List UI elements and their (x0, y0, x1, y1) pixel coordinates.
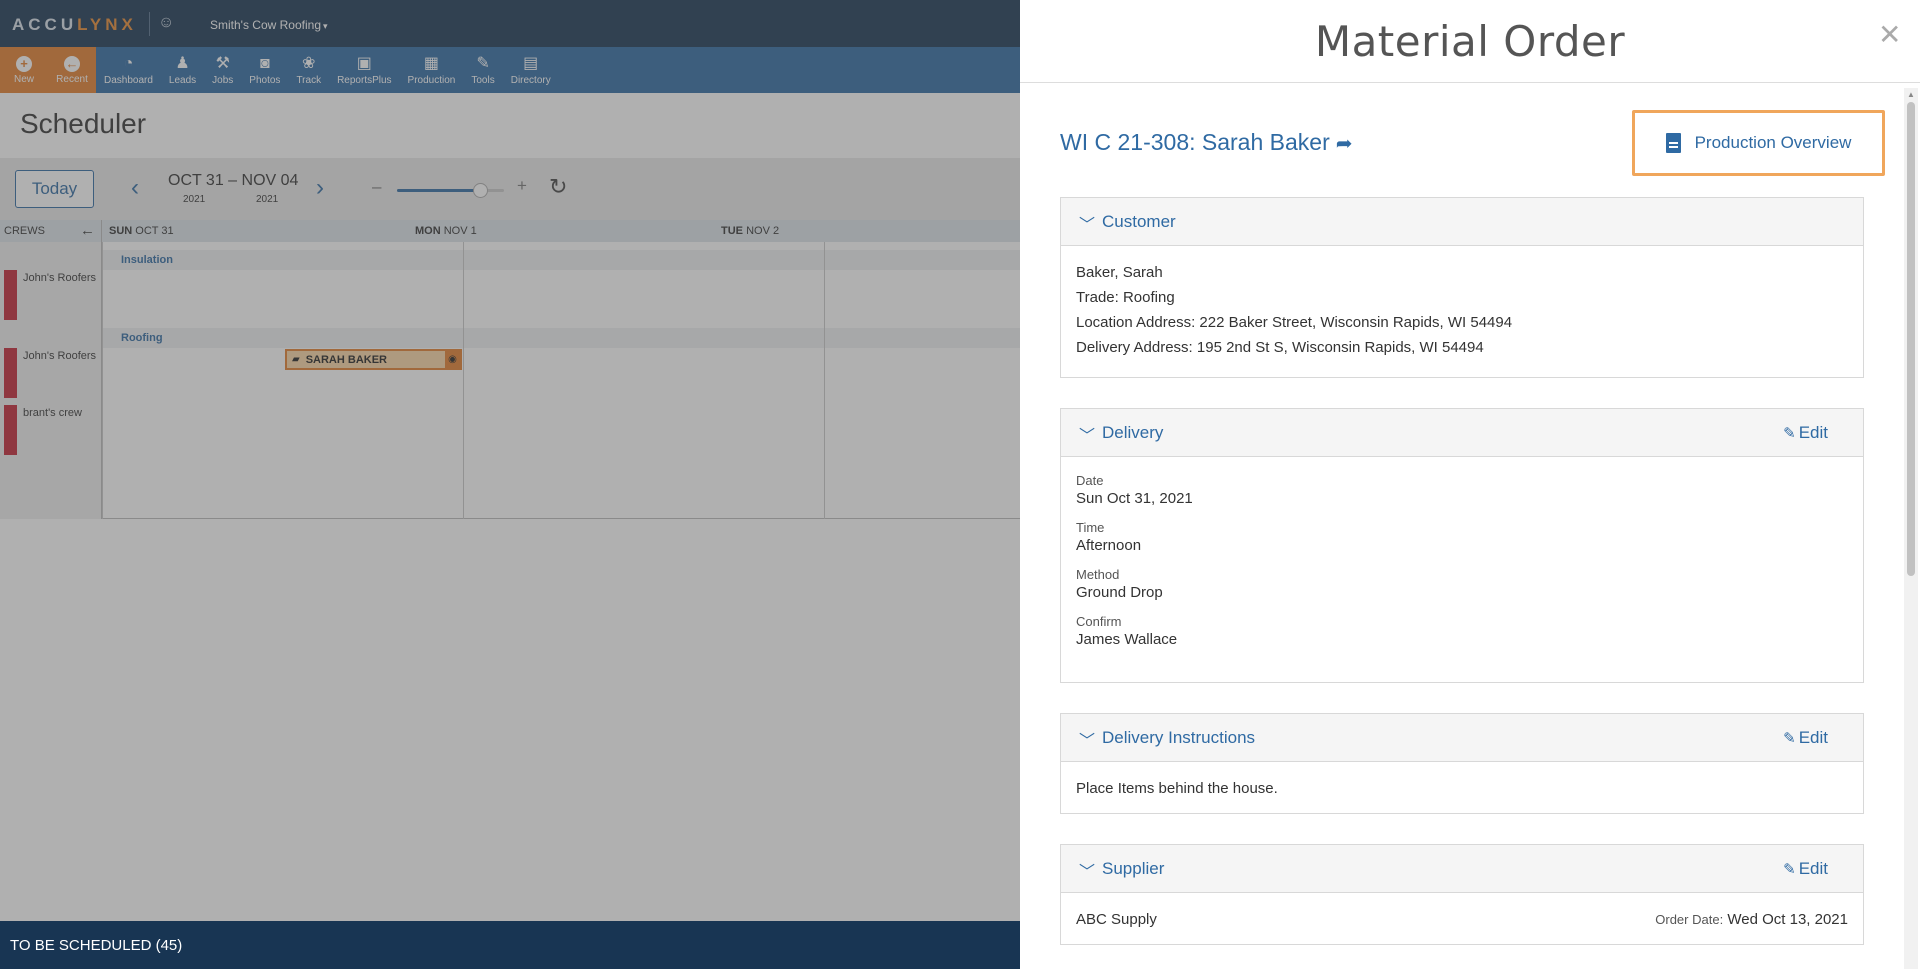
delivery-date: Sun Oct 31, 2021 (1076, 490, 1193, 507)
supplier-edit-button[interactable]: ✎ Edit (1783, 859, 1828, 879)
instructions-edit-button[interactable]: ✎ Edit (1783, 728, 1828, 748)
delivery-instructions-text: Place Items behind the house. (1076, 780, 1278, 797)
document-icon (1665, 133, 1681, 153)
delivery-confirm: James Wallace (1076, 631, 1178, 648)
app-background: ACCULYNX ☺ Smith's Cow Roofing ▾ + New ← Re… (0, 0, 1020, 969)
supplier-header[interactable]: ﹀ Supplier ✎ Edit (1061, 845, 1863, 893)
job-link[interactable]: WI C 21-308: Sarah Baker ➦ (1060, 129, 1353, 156)
panel-scrollbar[interactable]: ▲ (1904, 88, 1918, 969)
customer-name: Baker, Sarah (1076, 264, 1163, 281)
supplier-name: ABC Supply (1076, 911, 1157, 928)
external-link-icon: ➦ (1335, 133, 1353, 155)
customer-header[interactable]: ﹀ Customer (1061, 198, 1863, 246)
delivery-edit-button[interactable]: ✎ Edit (1783, 423, 1828, 443)
pencil-icon: ✎ (1783, 730, 1796, 747)
delivery-instructions-card: ﹀ Delivery Instructions ✎ Edit Place Item… (1060, 713, 1864, 814)
delivery-instructions-header[interactable]: ﹀ Delivery Instructions ✎ Edit (1061, 714, 1863, 762)
order-date: Order Date: Wed Oct 13, 2021 (1655, 911, 1848, 928)
delivery-card: ﹀ Delivery ✎ Edit Date Sun Oct 31, 2021 T… (1060, 408, 1864, 683)
supplier-card: ﹀ Supplier ✎ Edit ABC Supply Order Date: … (1060, 844, 1864, 945)
scrollbar-thumb[interactable] (1907, 102, 1915, 576)
close-icon[interactable]: ✕ (1878, 18, 1901, 51)
delivery-body: Date Sun Oct 31, 2021 Time Afternoon Met… (1061, 457, 1863, 675)
customer-card: ﹀ Customer Baker, Sarah Trade: Roofing L… (1060, 197, 1864, 378)
chevron-down-icon: ﹀ (1079, 864, 1096, 881)
to-be-scheduled-bar[interactable]: TO BE SCHEDULED (45) (0, 921, 1020, 969)
material-order-panel: Material Order ✕ ▲ WI C 21-308: Sarah Ba… (1020, 0, 1920, 969)
customer-location: Location Address: 222 Baker Street, Wisc… (1076, 314, 1513, 331)
panel-header: Material Order ✕ (1020, 0, 1920, 83)
panel-title: Material Order (1314, 17, 1626, 66)
production-overview-button[interactable]: Production Overview (1632, 110, 1885, 176)
chevron-down-icon: ﹀ (1079, 428, 1096, 445)
customer-trade: Trade: Roofing (1076, 289, 1175, 306)
delivery-method: Ground Drop (1076, 584, 1163, 601)
delivery-instructions-body: Place Items behind the house. (1061, 762, 1863, 815)
pencil-icon: ✎ (1783, 861, 1796, 878)
customer-body: Baker, Sarah Trade: Roofing Location Add… (1061, 246, 1863, 374)
chevron-down-icon: ﹀ (1079, 733, 1096, 750)
scroll-up-icon[interactable]: ▲ (1907, 90, 1915, 99)
chevron-down-icon: ﹀ (1079, 217, 1096, 234)
delivery-header[interactable]: ﹀ Delivery ✎ Edit (1061, 409, 1863, 457)
delivery-time: Afternoon (1076, 537, 1142, 554)
pencil-icon: ✎ (1783, 425, 1796, 442)
modal-backdrop[interactable] (0, 0, 1020, 969)
customer-delivery-address: Delivery Address: 195 2nd St S, Wisconsi… (1076, 339, 1484, 356)
supplier-body: ABC Supply Order Date: Wed Oct 13, 2021 (1061, 893, 1863, 946)
